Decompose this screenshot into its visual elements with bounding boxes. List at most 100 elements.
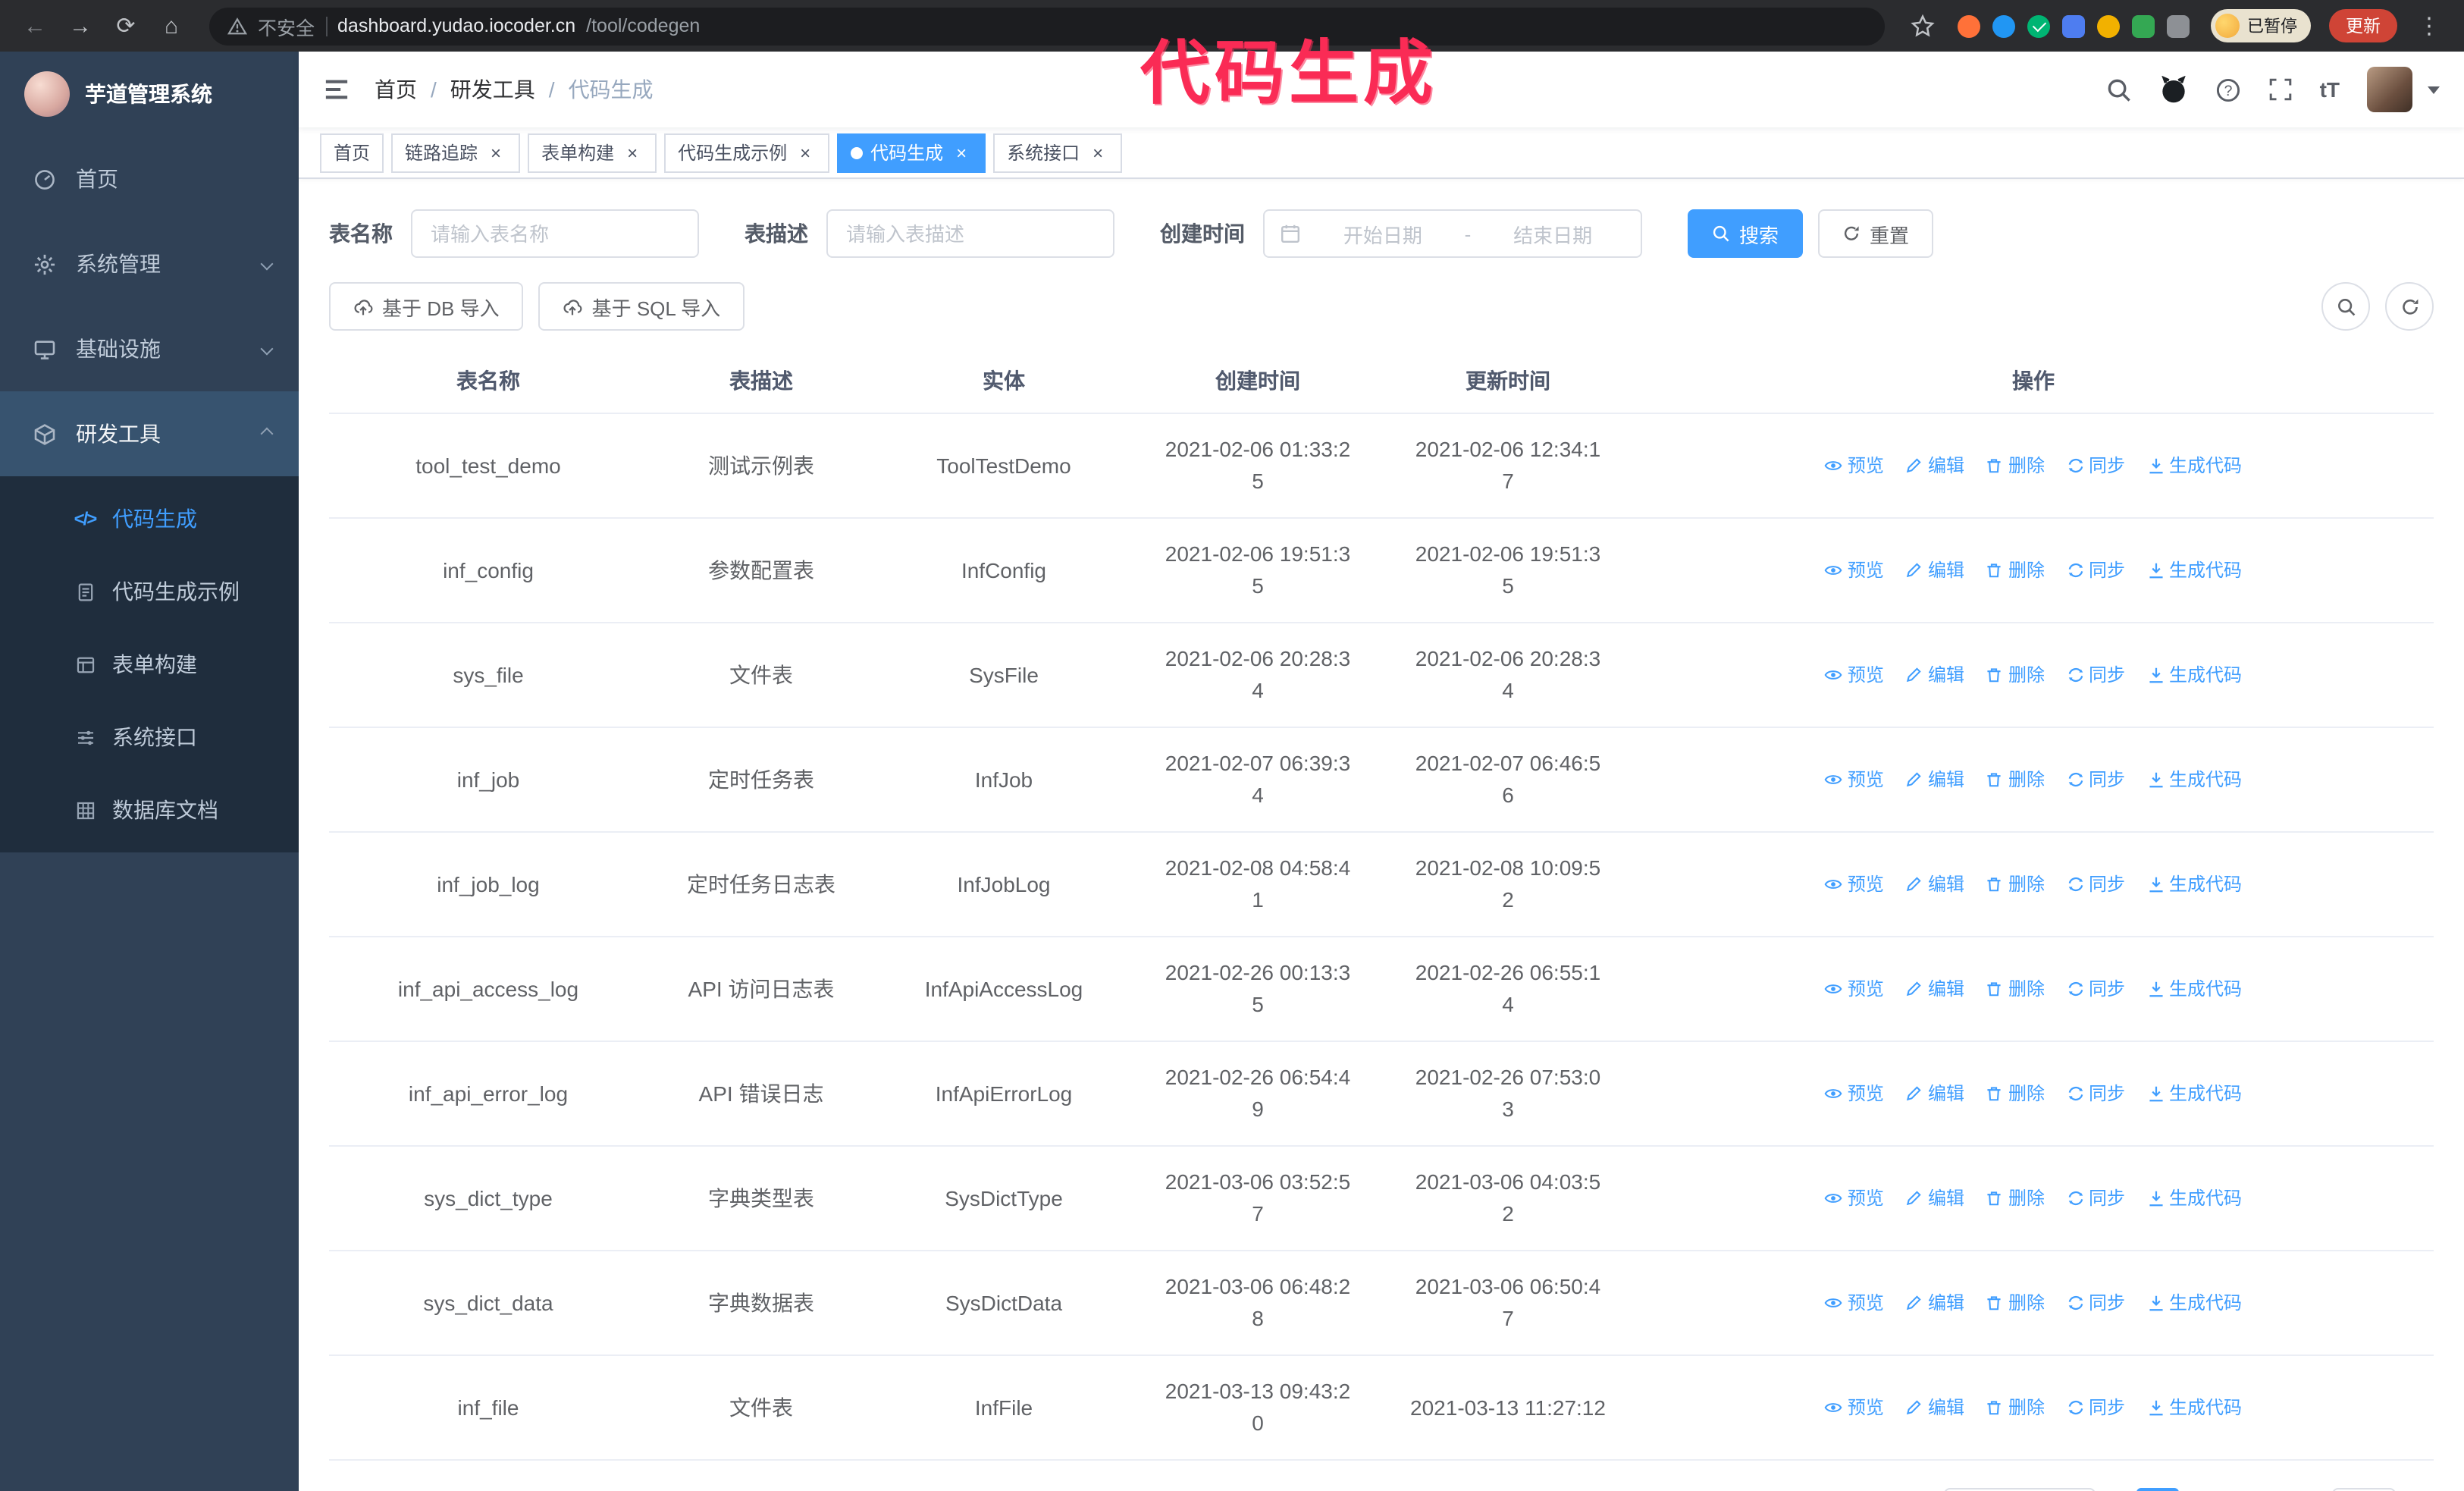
pagination-page-2[interactable]: 2 <box>2194 1488 2237 1491</box>
browser-home-button[interactable]: ⌂ <box>152 6 191 46</box>
action-generate-link[interactable]: 生成代码 <box>2146 871 2242 897</box>
action-edit-link[interactable]: 编辑 <box>1905 1081 1964 1106</box>
action-preview-link[interactable]: 预览 <box>1825 1395 1884 1420</box>
action-generate-link[interactable]: 生成代码 <box>2146 557 2242 583</box>
action-delete-link[interactable]: 删除 <box>1986 1290 2045 1316</box>
tab-form-builder[interactable]: 表单构建 × <box>528 133 657 172</box>
tab-tracing[interactable]: 链路追踪 × <box>391 133 521 172</box>
action-sync-link[interactable]: 同步 <box>2066 976 2125 1002</box>
browser-extension-icon[interactable] <box>1958 14 1980 37</box>
browser-update-button[interactable]: 更新 <box>2329 9 2397 42</box>
action-sync-link[interactable]: 同步 <box>2066 767 2125 793</box>
action-edit-link[interactable]: 编辑 <box>1905 767 1964 793</box>
action-edit-link[interactable]: 编辑 <box>1905 1185 1964 1211</box>
action-sync-link[interactable]: 同步 <box>2066 453 2125 479</box>
action-generate-link[interactable]: 生成代码 <box>2146 976 2242 1002</box>
breadcrumb-home[interactable]: 首页 <box>375 74 417 105</box>
puzzle-extension-icon[interactable] <box>2167 14 2190 37</box>
action-edit-link[interactable]: 编辑 <box>1905 1395 1964 1420</box>
action-preview-link[interactable]: 预览 <box>1825 976 1884 1002</box>
sidebar-item-home[interactable]: 首页 <box>0 137 299 221</box>
action-generate-link[interactable]: 生成代码 <box>2146 1395 2242 1420</box>
import-sql-button[interactable]: 基于 SQL 导入 <box>538 282 745 331</box>
close-icon[interactable]: × <box>622 142 643 163</box>
action-generate-link[interactable]: 生成代码 <box>2146 1290 2242 1316</box>
action-preview-link[interactable]: 预览 <box>1825 662 1884 688</box>
refresh-table-button[interactable] <box>2385 282 2434 331</box>
browser-extension-icon[interactable] <box>2027 14 2050 37</box>
action-generate-link[interactable]: 生成代码 <box>2146 453 2242 479</box>
action-sync-link[interactable]: 同步 <box>2066 557 2125 583</box>
action-generate-link[interactable]: 生成代码 <box>2146 662 2242 688</box>
action-delete-link[interactable]: 删除 <box>1986 662 2045 688</box>
action-edit-link[interactable]: 编辑 <box>1905 453 1964 479</box>
action-delete-link[interactable]: 删除 <box>1986 976 2045 1002</box>
browser-extension-icon[interactable] <box>2097 14 2120 37</box>
page-size-select[interactable]: 10条/页 <box>1943 1488 2096 1491</box>
fullscreen-icon[interactable] <box>2268 77 2293 102</box>
sidebar-item-codegen-example[interactable]: 代码生成示例 <box>0 555 299 628</box>
action-generate-link[interactable]: 生成代码 <box>2146 767 2242 793</box>
action-delete-link[interactable]: 删除 <box>1986 557 2045 583</box>
action-delete-link[interactable]: 删除 <box>1986 1081 2045 1106</box>
search-icon[interactable] <box>2106 77 2132 102</box>
action-edit-link[interactable]: 编辑 <box>1905 976 1964 1002</box>
github-icon[interactable] <box>2159 75 2188 104</box>
sidebar-item-infrastructure[interactable]: 基础设施 <box>0 306 299 391</box>
action-delete-link[interactable]: 删除 <box>1986 1185 2045 1211</box>
date-range-picker[interactable]: 开始日期 - 结束日期 <box>1263 209 1642 258</box>
sidebar-item-system-api[interactable]: 系统接口 <box>0 701 299 774</box>
breadcrumb-devtools[interactable]: 研发工具 <box>450 74 535 105</box>
action-generate-link[interactable]: 生成代码 <box>2146 1081 2242 1106</box>
goto-page-input[interactable] <box>2331 1488 2396 1491</box>
browser-back-button[interactable]: ← <box>15 6 55 46</box>
tab-codegen-example[interactable]: 代码生成示例 × <box>664 133 830 172</box>
action-edit-link[interactable]: 编辑 <box>1905 1290 1964 1316</box>
browser-reload-button[interactable]: ⟳ <box>106 6 146 46</box>
browser-extension-icon[interactable] <box>1992 14 2015 37</box>
action-sync-link[interactable]: 同步 <box>2066 871 2125 897</box>
action-generate-link[interactable]: 生成代码 <box>2146 1185 2242 1211</box>
toggle-search-button[interactable] <box>2321 282 2370 331</box>
action-sync-link[interactable]: 同步 <box>2066 662 2125 688</box>
close-icon[interactable]: × <box>1087 142 1108 163</box>
sidebar-item-form-builder[interactable]: 表单构建 <box>0 628 299 701</box>
table-name-input[interactable] <box>411 209 699 258</box>
action-delete-link[interactable]: 删除 <box>1986 871 2045 897</box>
avatar-caret-icon[interactable] <box>2428 86 2440 93</box>
action-sync-link[interactable]: 同步 <box>2066 1290 2125 1316</box>
browser-extension-icon[interactable] <box>2132 14 2155 37</box>
sidebar-item-codegen[interactable]: </> 代码生成 <box>0 482 299 555</box>
hamburger-icon[interactable] <box>299 76 375 103</box>
action-delete-link[interactable]: 删除 <box>1986 767 2045 793</box>
action-edit-link[interactable]: 编辑 <box>1905 557 1964 583</box>
tab-system-api[interactable]: 系统接口 × <box>993 133 1123 172</box>
pagination-page-1[interactable]: 1 <box>2136 1488 2179 1491</box>
profile-chip[interactable]: 已暂停 <box>2211 9 2311 42</box>
reset-button[interactable]: 重置 <box>1818 209 1934 258</box>
sidebar-item-db-doc[interactable]: 数据库文档 <box>0 774 299 846</box>
action-preview-link[interactable]: 预览 <box>1825 1185 1884 1211</box>
action-edit-link[interactable]: 编辑 <box>1905 662 1964 688</box>
search-button[interactable]: 搜索 <box>1688 209 1804 258</box>
action-sync-link[interactable]: 同步 <box>2066 1081 2125 1106</box>
help-icon[interactable] <box>2215 77 2241 102</box>
action-sync-link[interactable]: 同步 <box>2066 1185 2125 1211</box>
tab-home[interactable]: 首页 <box>320 133 384 172</box>
action-sync-link[interactable]: 同步 <box>2066 1395 2125 1420</box>
address-bar[interactable]: 不安全 dashboard.yudao.iocoder.cn/tool/code… <box>209 7 1885 45</box>
action-edit-link[interactable]: 编辑 <box>1905 871 1964 897</box>
action-preview-link[interactable]: 预览 <box>1825 453 1884 479</box>
action-delete-link[interactable]: 删除 <box>1986 453 2045 479</box>
font-size-icon[interactable]: tT <box>2320 77 2340 102</box>
action-preview-link[interactable]: 预览 <box>1825 871 1884 897</box>
action-preview-link[interactable]: 预览 <box>1825 557 1884 583</box>
user-avatar[interactable] <box>2367 67 2412 112</box>
import-db-button[interactable]: 基于 DB 导入 <box>329 282 524 331</box>
close-icon[interactable]: × <box>485 142 506 163</box>
app-logo[interactable]: 芋道管理系统 <box>0 52 299 137</box>
table-desc-input[interactable] <box>826 209 1114 258</box>
action-preview-link[interactable]: 预览 <box>1825 767 1884 793</box>
action-delete-link[interactable]: 删除 <box>1986 1395 2045 1420</box>
close-icon[interactable]: × <box>795 142 816 163</box>
